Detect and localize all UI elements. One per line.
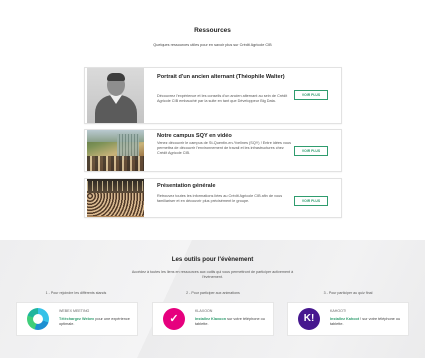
step-caption: 2 - Pour participer aux animations xyxy=(186,291,240,295)
klaxoon-icon: ✓ xyxy=(163,308,185,330)
step-caption: 3 - Pour participer au quiz final xyxy=(323,291,373,295)
resource-card-description: Découvrez l'expérience et les conseils d… xyxy=(157,94,288,103)
step-caption: 1 - Pour rejoindre les différents stands xyxy=(45,291,107,295)
outils-intro: Accédez à toutes les liens en ressources… xyxy=(131,270,294,279)
tool-text: Installez Klaxoon sur votre téléphone ou… xyxy=(195,317,265,326)
outils-section: Les outils pour l'évènement Accédez à to… xyxy=(0,240,425,358)
ressources-section: Ressources Quelques ressources utiles po… xyxy=(0,0,425,240)
tool-card-klaxoon[interactable]: ✓ KLAXOON Installez Klaxoon sur votre té… xyxy=(152,302,274,336)
tool-text: Téléchargez Webex pour une expérience op… xyxy=(59,317,130,326)
app-name: KLAXOON xyxy=(195,309,213,313)
tool-text: Installez Kahoot ! sur votre téléphone o… xyxy=(330,317,401,326)
resource-card-portrait[interactable]: Portrait d'un ancien alternant (Théophil… xyxy=(84,67,342,124)
outils-title: Les outils pour l'évènement xyxy=(171,256,254,263)
resource-card-presentation[interactable]: Présentation générale Retrouvez toutes l… xyxy=(84,178,342,218)
event-crowd-photo xyxy=(87,179,144,217)
campus-photo xyxy=(87,130,144,171)
tool-card-kahoot[interactable]: K! KAHOOT! Installez Kahoot ! sur votre … xyxy=(287,302,409,336)
resource-card-title: Portrait d'un ancien alternant (Théophil… xyxy=(157,74,285,80)
resource-card-description: Venez découvrir le campus de St-Quentin-… xyxy=(157,141,292,155)
install-kahoot-link[interactable]: Installez Kahoot xyxy=(330,317,359,321)
voir-plus-button[interactable]: VOIR PLUS xyxy=(294,196,328,206)
portrait-photo xyxy=(87,68,144,123)
voir-plus-button[interactable]: VOIR PLUS xyxy=(294,146,328,156)
ressources-title: Ressources xyxy=(194,27,231,34)
resource-card-title: Notre campus SQY en vidéo xyxy=(157,133,232,139)
resource-card-campus[interactable]: Notre campus SQY en vidéo Venez découvri… xyxy=(84,129,342,172)
download-webex-link[interactable]: Téléchargez Webex xyxy=(59,317,94,321)
install-klaxoon-link[interactable]: Installez Klaxoon xyxy=(195,317,226,321)
app-name: KAHOOT! xyxy=(330,309,347,313)
voir-plus-button[interactable]: VOIR PLUS xyxy=(294,90,328,100)
tool-card-webex[interactable]: WEBEX MEETING Téléchargez Webex pour une… xyxy=(16,302,138,336)
kahoot-icon: K! xyxy=(298,308,320,330)
webex-icon xyxy=(27,308,49,330)
resource-card-description: Retrouvez toutes les informations liées … xyxy=(157,194,283,203)
resource-card-title: Présentation générale xyxy=(157,183,216,189)
ressources-subtitle: Quelques ressources utiles pour en savoi… xyxy=(153,43,272,47)
app-name: WEBEX MEETING xyxy=(59,309,90,313)
